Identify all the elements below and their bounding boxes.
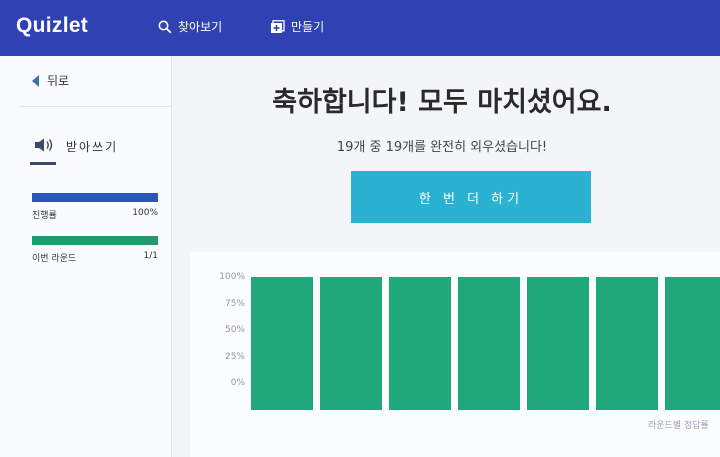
chart-bar: [596, 277, 658, 410]
y-tick-label: 25%: [224, 351, 245, 362]
sidebar: 뒤로 받아쓰기 진행률 100% 이번 라운드 1/1: [0, 56, 172, 457]
y-tick-label: 50%: [224, 325, 245, 336]
progress-total: 진행률 100%: [32, 193, 158, 221]
chart-bar: [665, 277, 720, 410]
nav-search-link[interactable]: 찾아보기: [158, 18, 222, 35]
add-box-icon: [270, 19, 285, 34]
y-tick-label: 100%: [219, 272, 245, 282]
chart-bar: [458, 277, 520, 410]
mode-active-indicator: [30, 162, 56, 165]
back-arrow-icon: [32, 74, 39, 87]
try-again-button[interactable]: 한 번 더 하기: [351, 171, 591, 223]
mode-label: 받아쓰기: [66, 140, 119, 154]
chart-bar: [251, 277, 313, 410]
chart-bar: [527, 277, 589, 410]
nav-create-label: 만들기: [291, 20, 325, 34]
speaker-icon: [34, 138, 54, 155]
back-button[interactable]: 뒤로: [32, 72, 69, 89]
back-label: 뒤로: [47, 74, 70, 88]
chart-caption: 라운드별 정답률: [648, 421, 709, 431]
nav-search-label: 찾아보기: [178, 20, 223, 34]
completion-subtitle: 19개 중 19개를 완전히 외우셨습니다!: [336, 140, 548, 155]
nav-create-link[interactable]: 만들기: [270, 18, 324, 35]
top-nav-bar: Quizlet 찾아보기 만들기: [0, 0, 720, 56]
progress-round-label: 이번 라운드: [32, 254, 77, 264]
y-tick-label: 0%: [230, 378, 245, 389]
sidebar-divider: [20, 106, 172, 107]
progress-total-label: 진행률: [32, 211, 57, 221]
progress-round: 이번 라운드 1/1: [32, 236, 158, 264]
mode-spell[interactable]: 받아쓰기: [34, 138, 118, 155]
page-title: 축하합니다! 모두 마치셨어요.: [272, 87, 612, 118]
progress-bar-round: [32, 236, 158, 245]
quizlet-logo[interactable]: Quizlet: [16, 14, 88, 38]
chart-bar: [320, 277, 382, 410]
progress-round-value: 1/1: [143, 251, 158, 261]
progress-total-value: 100%: [132, 208, 158, 218]
search-icon: [158, 20, 172, 34]
progress-bar-total: [32, 193, 158, 202]
y-tick-label: 75%: [224, 298, 245, 309]
chart-bar: [389, 277, 451, 410]
